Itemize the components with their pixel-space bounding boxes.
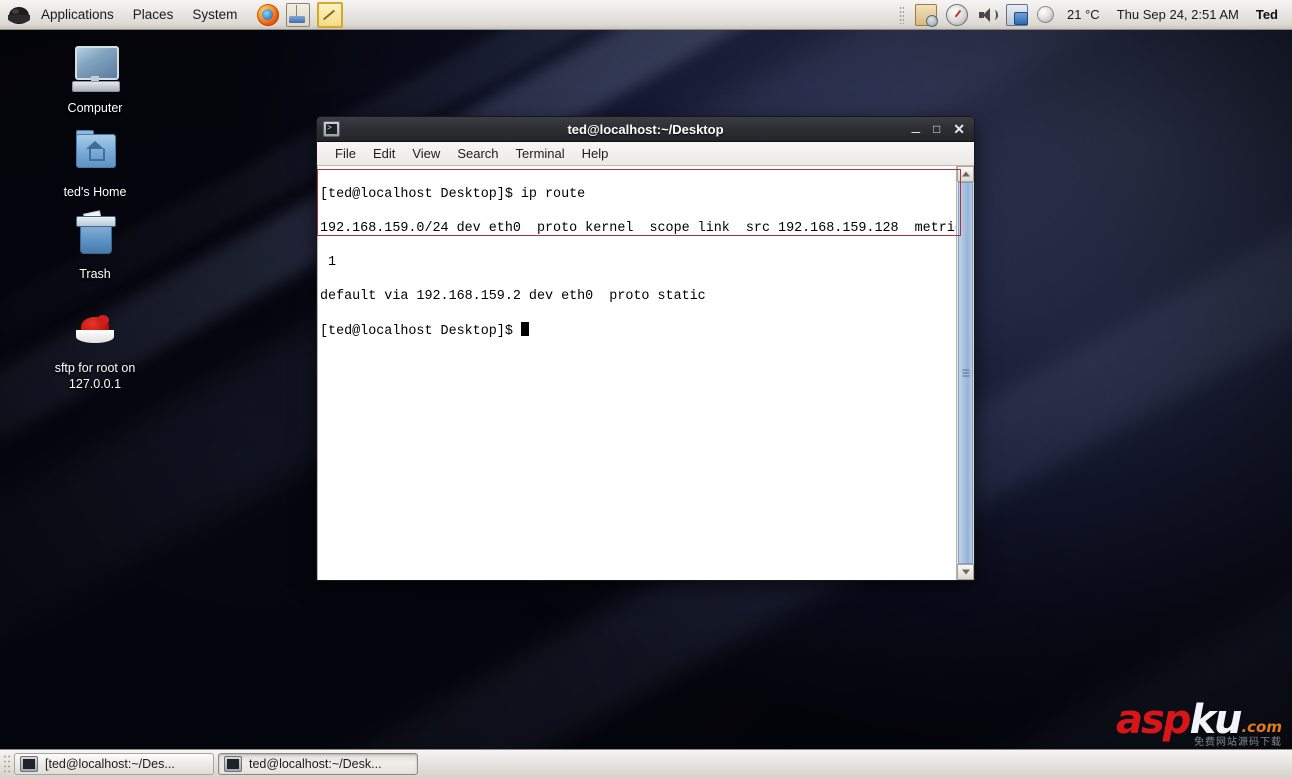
terminal-line: 1 — [320, 255, 337, 270]
desktop-item-sftp[interactable]: sftp for root on 127.0.0.1 — [35, 312, 155, 392]
window-controls: _ □ ✕ — [912, 118, 968, 136]
terminal-line: 192.168.159.0/24 dev eth0 proto kernel s… — [320, 221, 956, 236]
system-monitor-icon[interactable] — [946, 3, 969, 26]
redhat-logo-icon[interactable] — [8, 5, 30, 25]
system-tray: 21 °C Thu Sep 24, 2:51 AM Ted — [899, 3, 1292, 27]
taskbar-item[interactable]: ted@localhost:~/Desk... — [218, 753, 418, 775]
terminal-window[interactable]: ted@localhost:~/Desktop _ □ ✕ File Edit … — [316, 116, 975, 581]
panel-launchers — [257, 1, 344, 28]
network-icon[interactable] — [1006, 3, 1029, 26]
terminal-cursor — [520, 322, 529, 336]
menu-view[interactable]: View — [405, 144, 447, 163]
scroll-up-icon[interactable] — [957, 166, 974, 182]
maximize-button[interactable]: □ — [933, 123, 940, 135]
text-editor-icon[interactable] — [317, 1, 344, 28]
menu-search[interactable]: Search — [450, 144, 505, 163]
volume-icon[interactable] — [977, 5, 999, 25]
weather-icon[interactable] — [1037, 6, 1055, 23]
terminal-body[interactable]: [ted@localhost Desktop]$ ip route 192.16… — [317, 166, 974, 580]
tray-grip[interactable] — [899, 5, 905, 24]
desktop-item-label: ted's Home — [63, 185, 127, 199]
menu-system[interactable]: System — [183, 4, 246, 26]
scrollbar-thumb[interactable] — [958, 182, 973, 564]
menu-places[interactable]: Places — [124, 4, 183, 26]
desktop-item-trash[interactable]: Trash — [35, 210, 155, 282]
scrollbar-grip — [962, 369, 969, 377]
desktop-item-home[interactable]: ted's Home — [35, 130, 155, 200]
menu-file[interactable]: File — [328, 144, 363, 163]
sftp-redhat-icon — [67, 312, 123, 356]
terminal-icon — [323, 121, 340, 137]
desktop-item-label: Trash — [79, 267, 111, 281]
scrollbar-track[interactable] — [957, 182, 974, 564]
window-titlebar[interactable]: ted@localhost:~/Desktop _ □ ✕ — [317, 117, 974, 142]
menu-edit[interactable]: Edit — [366, 144, 402, 163]
desktop-item-label: sftp for root on 127.0.0.1 — [54, 361, 136, 391]
window-title: ted@localhost:~/Desktop — [567, 121, 724, 137]
help-book-icon[interactable] — [286, 2, 311, 27]
desktop-item-computer[interactable]: Computer — [35, 46, 155, 116]
scroll-down-icon[interactable] — [957, 564, 974, 580]
bottom-panel: [ted@localhost:~/Des... ted@localhost:~/… — [0, 749, 1292, 778]
taskbar-item[interactable]: [ted@localhost:~/Des... — [14, 753, 214, 775]
taskbar-item-label: ted@localhost:~/Desk... — [249, 757, 382, 771]
menu-terminal[interactable]: Terminal — [509, 144, 572, 163]
trash-icon — [67, 210, 123, 262]
window-frame: ted@localhost:~/Desktop _ □ ✕ File Edit … — [316, 116, 975, 581]
terminal-line: default via 192.168.159.2 dev eth0 proto… — [320, 289, 706, 304]
minimize-button[interactable]: _ — [912, 118, 920, 133]
firefox-icon[interactable] — [257, 3, 280, 26]
temperature-label[interactable]: 21 °C — [1063, 5, 1104, 24]
taskbar-item-label: [ted@localhost:~/Des... — [45, 757, 175, 771]
terminal-prompt: [ted@localhost Desktop]$ — [320, 324, 521, 339]
top-panel: Applications Places System 21 °C Thu Sep… — [0, 0, 1292, 30]
terminal-line: [ted@localhost Desktop]$ ip route — [320, 187, 586, 202]
terminal-prompt-line: [ted@localhost Desktop]$ — [320, 322, 956, 340]
package-updater-icon[interactable] — [915, 3, 939, 27]
terminal-icon — [20, 756, 38, 772]
close-button[interactable]: ✕ — [953, 122, 965, 136]
home-folder-icon — [67, 130, 123, 180]
computer-icon — [67, 46, 123, 96]
terminal-output[interactable]: [ted@localhost Desktop]$ ip route 192.16… — [318, 166, 956, 580]
desktop-item-label: Computer — [67, 101, 123, 115]
taskbar-grip[interactable] — [3, 754, 10, 774]
menu-applications[interactable]: Applications — [32, 4, 123, 26]
clock-label[interactable]: Thu Sep 24, 2:51 AM — [1113, 5, 1243, 24]
user-menu[interactable]: Ted — [1252, 5, 1288, 24]
terminal-menubar: File Edit View Search Terminal Help — [317, 142, 974, 166]
desktop-screen: Applications Places System 21 °C Thu Sep… — [0, 0, 1292, 778]
menu-help[interactable]: Help — [575, 144, 616, 163]
terminal-icon — [224, 756, 242, 772]
terminal-scrollbar[interactable] — [956, 166, 974, 580]
